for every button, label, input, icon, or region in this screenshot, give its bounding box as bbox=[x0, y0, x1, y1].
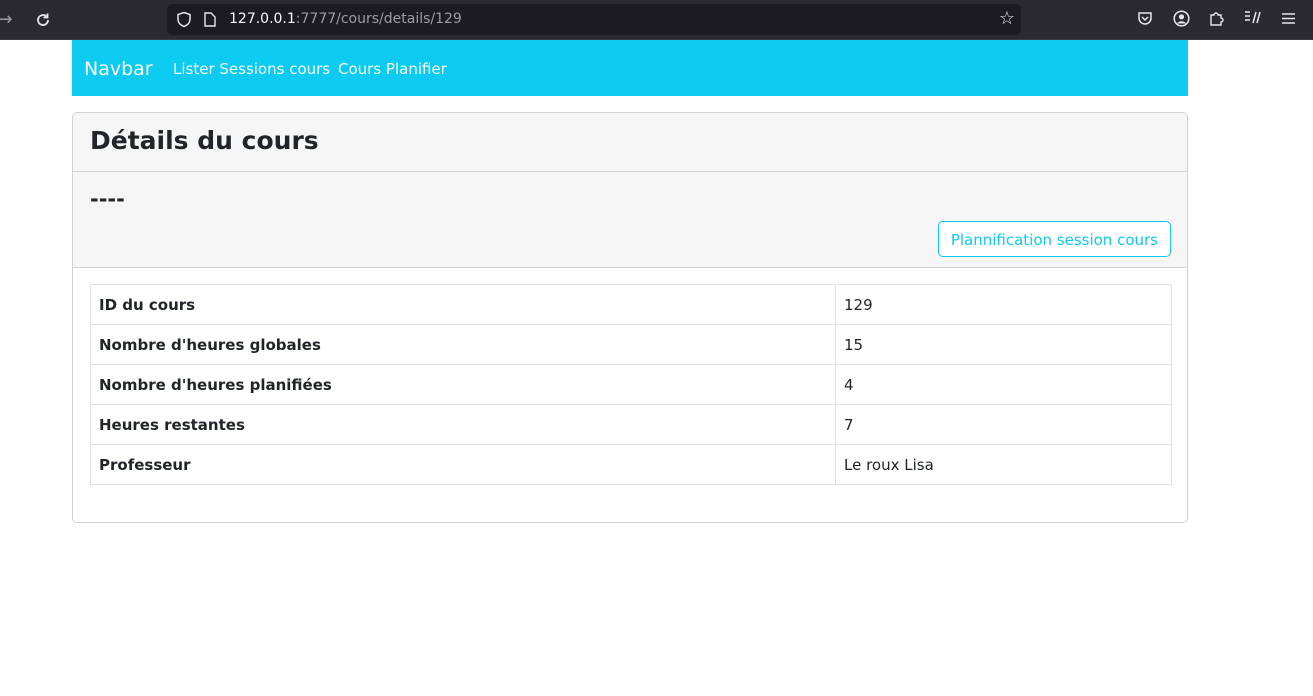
extensions-icon[interactable] bbox=[1209, 10, 1227, 28]
table-row: ID du cours 129 bbox=[90, 284, 1172, 325]
row-value: 129 bbox=[835, 284, 1172, 325]
row-value: 15 bbox=[835, 324, 1172, 365]
row-value: Le roux Lisa bbox=[835, 444, 1172, 485]
browser-toolbar: → 127.0.0.1:7777/cours/details/129 ☆ bbox=[0, 0, 1313, 40]
row-label: Heures restantes bbox=[90, 404, 836, 445]
pocket-icon[interactable] bbox=[1137, 10, 1155, 28]
table-row: Nombre d'heures planifiées 4 bbox=[90, 364, 1172, 405]
page-title: Détails du cours bbox=[90, 126, 319, 155]
reload-icon[interactable] bbox=[32, 9, 54, 31]
table-row: Heures restantes 7 bbox=[90, 404, 1172, 445]
course-subtitle: ---- bbox=[90, 187, 125, 211]
back-arrow-icon[interactable]: → bbox=[0, 9, 16, 31]
shield-icon[interactable] bbox=[176, 11, 192, 32]
row-value: 7 bbox=[835, 404, 1172, 445]
row-label: Nombre d'heures globales bbox=[90, 324, 836, 365]
page-icon bbox=[204, 12, 216, 31]
nav-link-lister-sessions[interactable]: Lister Sessions cours bbox=[173, 59, 330, 79]
course-details-card: Détails du cours ---- Plannification ses… bbox=[72, 112, 1188, 523]
plan-session-button[interactable]: Plannification session cours bbox=[937, 221, 1171, 257]
table-row: Nombre d'heures globales 15 bbox=[90, 324, 1172, 365]
row-label: Nombre d'heures planifiées bbox=[90, 364, 836, 405]
account-icon[interactable] bbox=[1173, 10, 1191, 28]
details-table: ID du cours 129 Nombre d'heures globales… bbox=[90, 284, 1172, 485]
reader-icon[interactable] bbox=[1244, 10, 1262, 28]
url-bar[interactable]: 127.0.0.1:7777/cours/details/129 ☆ bbox=[167, 4, 1021, 35]
row-value: 4 bbox=[835, 364, 1172, 405]
navbar-brand[interactable]: Navbar bbox=[84, 57, 153, 81]
bookmark-star-icon[interactable]: ☆ bbox=[999, 9, 1015, 29]
url-text[interactable]: 127.0.0.1:7777/cours/details/129 bbox=[229, 10, 462, 29]
card-header: Détails du cours bbox=[73, 113, 1187, 172]
menu-icon[interactable] bbox=[1281, 10, 1299, 28]
card-subheader: ---- Plannification session cours bbox=[73, 172, 1187, 268]
row-label: ID du cours bbox=[90, 284, 836, 325]
nav-link-cours-planifier[interactable]: Cours Planifier bbox=[338, 59, 447, 79]
row-label: Professeur bbox=[90, 444, 836, 485]
table-row: Professeur Le roux Lisa bbox=[90, 444, 1172, 485]
navbar: Navbar Lister Sessions cours Cours Plani… bbox=[72, 40, 1188, 96]
